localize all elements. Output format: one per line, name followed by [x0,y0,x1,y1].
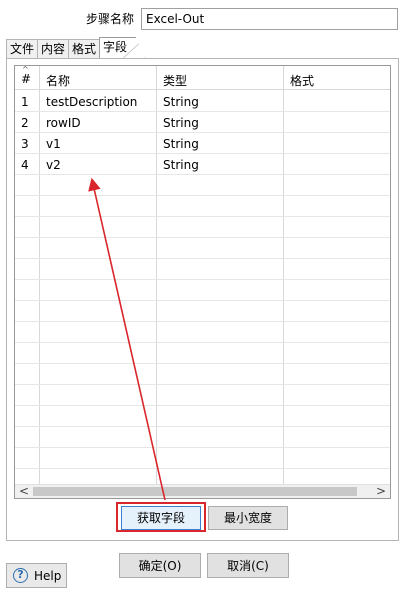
help-label: Help [34,569,62,583]
field-type-cell[interactable]: String [163,137,199,151]
row-divider [15,153,390,154]
row-divider [15,132,390,133]
row-divider [15,300,390,301]
column-header-name[interactable]: 名称 [46,72,70,89]
tab-fields[interactable]: 字段 [99,37,147,59]
get-fields-button[interactable]: 获取字段 [121,506,201,530]
row-divider [15,237,390,238]
column-header-number[interactable]: # [21,72,31,86]
row-divider [15,447,390,448]
field-type-cell[interactable]: String [163,95,199,109]
row-number: 3 [21,137,29,151]
column-divider [39,66,40,486]
scroll-left-icon[interactable]: < [19,484,29,498]
row-number: 4 [21,158,29,172]
ok-button[interactable]: 确定(O) [119,553,201,578]
help-button[interactable]: ? Help [6,563,67,588]
row-number: 1 [21,95,29,109]
horizontal-scrollbar[interactable]: < > [15,484,390,498]
row-divider [15,279,390,280]
row-divider [15,111,390,112]
column-divider [156,66,157,486]
row-divider [15,195,390,196]
column-header-type[interactable]: 类型 [163,72,187,89]
row-divider [15,405,390,406]
row-divider [15,216,390,217]
row-number: 2 [21,116,29,130]
field-name-cell[interactable]: rowID [46,116,81,130]
step-name-input[interactable] [141,8,398,30]
tab-format[interactable]: 格式 [68,39,100,59]
tab-file[interactable]: 文件 [6,39,38,59]
cancel-button[interactable]: 取消(C) [207,553,289,578]
min-width-button[interactable]: 最小宽度 [208,506,288,530]
table-header: ^ # 名称 类型 格式 [15,66,390,90]
tab-content[interactable]: 内容 [37,39,69,59]
field-type-cell[interactable]: String [163,116,199,130]
column-divider [283,66,284,486]
step-name-label: 步骤名称 [86,12,135,26]
row-divider [15,342,390,343]
help-icon: ? [13,568,28,583]
field-type-cell[interactable]: String [163,158,199,172]
scroll-right-icon[interactable]: > [376,484,386,498]
row-divider [15,174,390,175]
row-divider [15,363,390,364]
row-divider [15,384,390,385]
tab-bar: 文件 内容 格式 字段 [6,37,147,59]
field-name-cell[interactable]: v1 [46,137,61,151]
row-divider [15,468,390,469]
scrollbar-thumb[interactable] [33,487,357,496]
column-header-format[interactable]: 格式 [290,72,314,89]
field-name-cell[interactable]: testDescription [46,95,137,109]
row-divider [15,258,390,259]
row-divider [15,426,390,427]
field-name-cell[interactable]: v2 [46,158,61,172]
fields-table[interactable]: ^ # 名称 类型 格式 1 testDescription String 2 … [14,65,391,499]
row-divider [15,321,390,322]
